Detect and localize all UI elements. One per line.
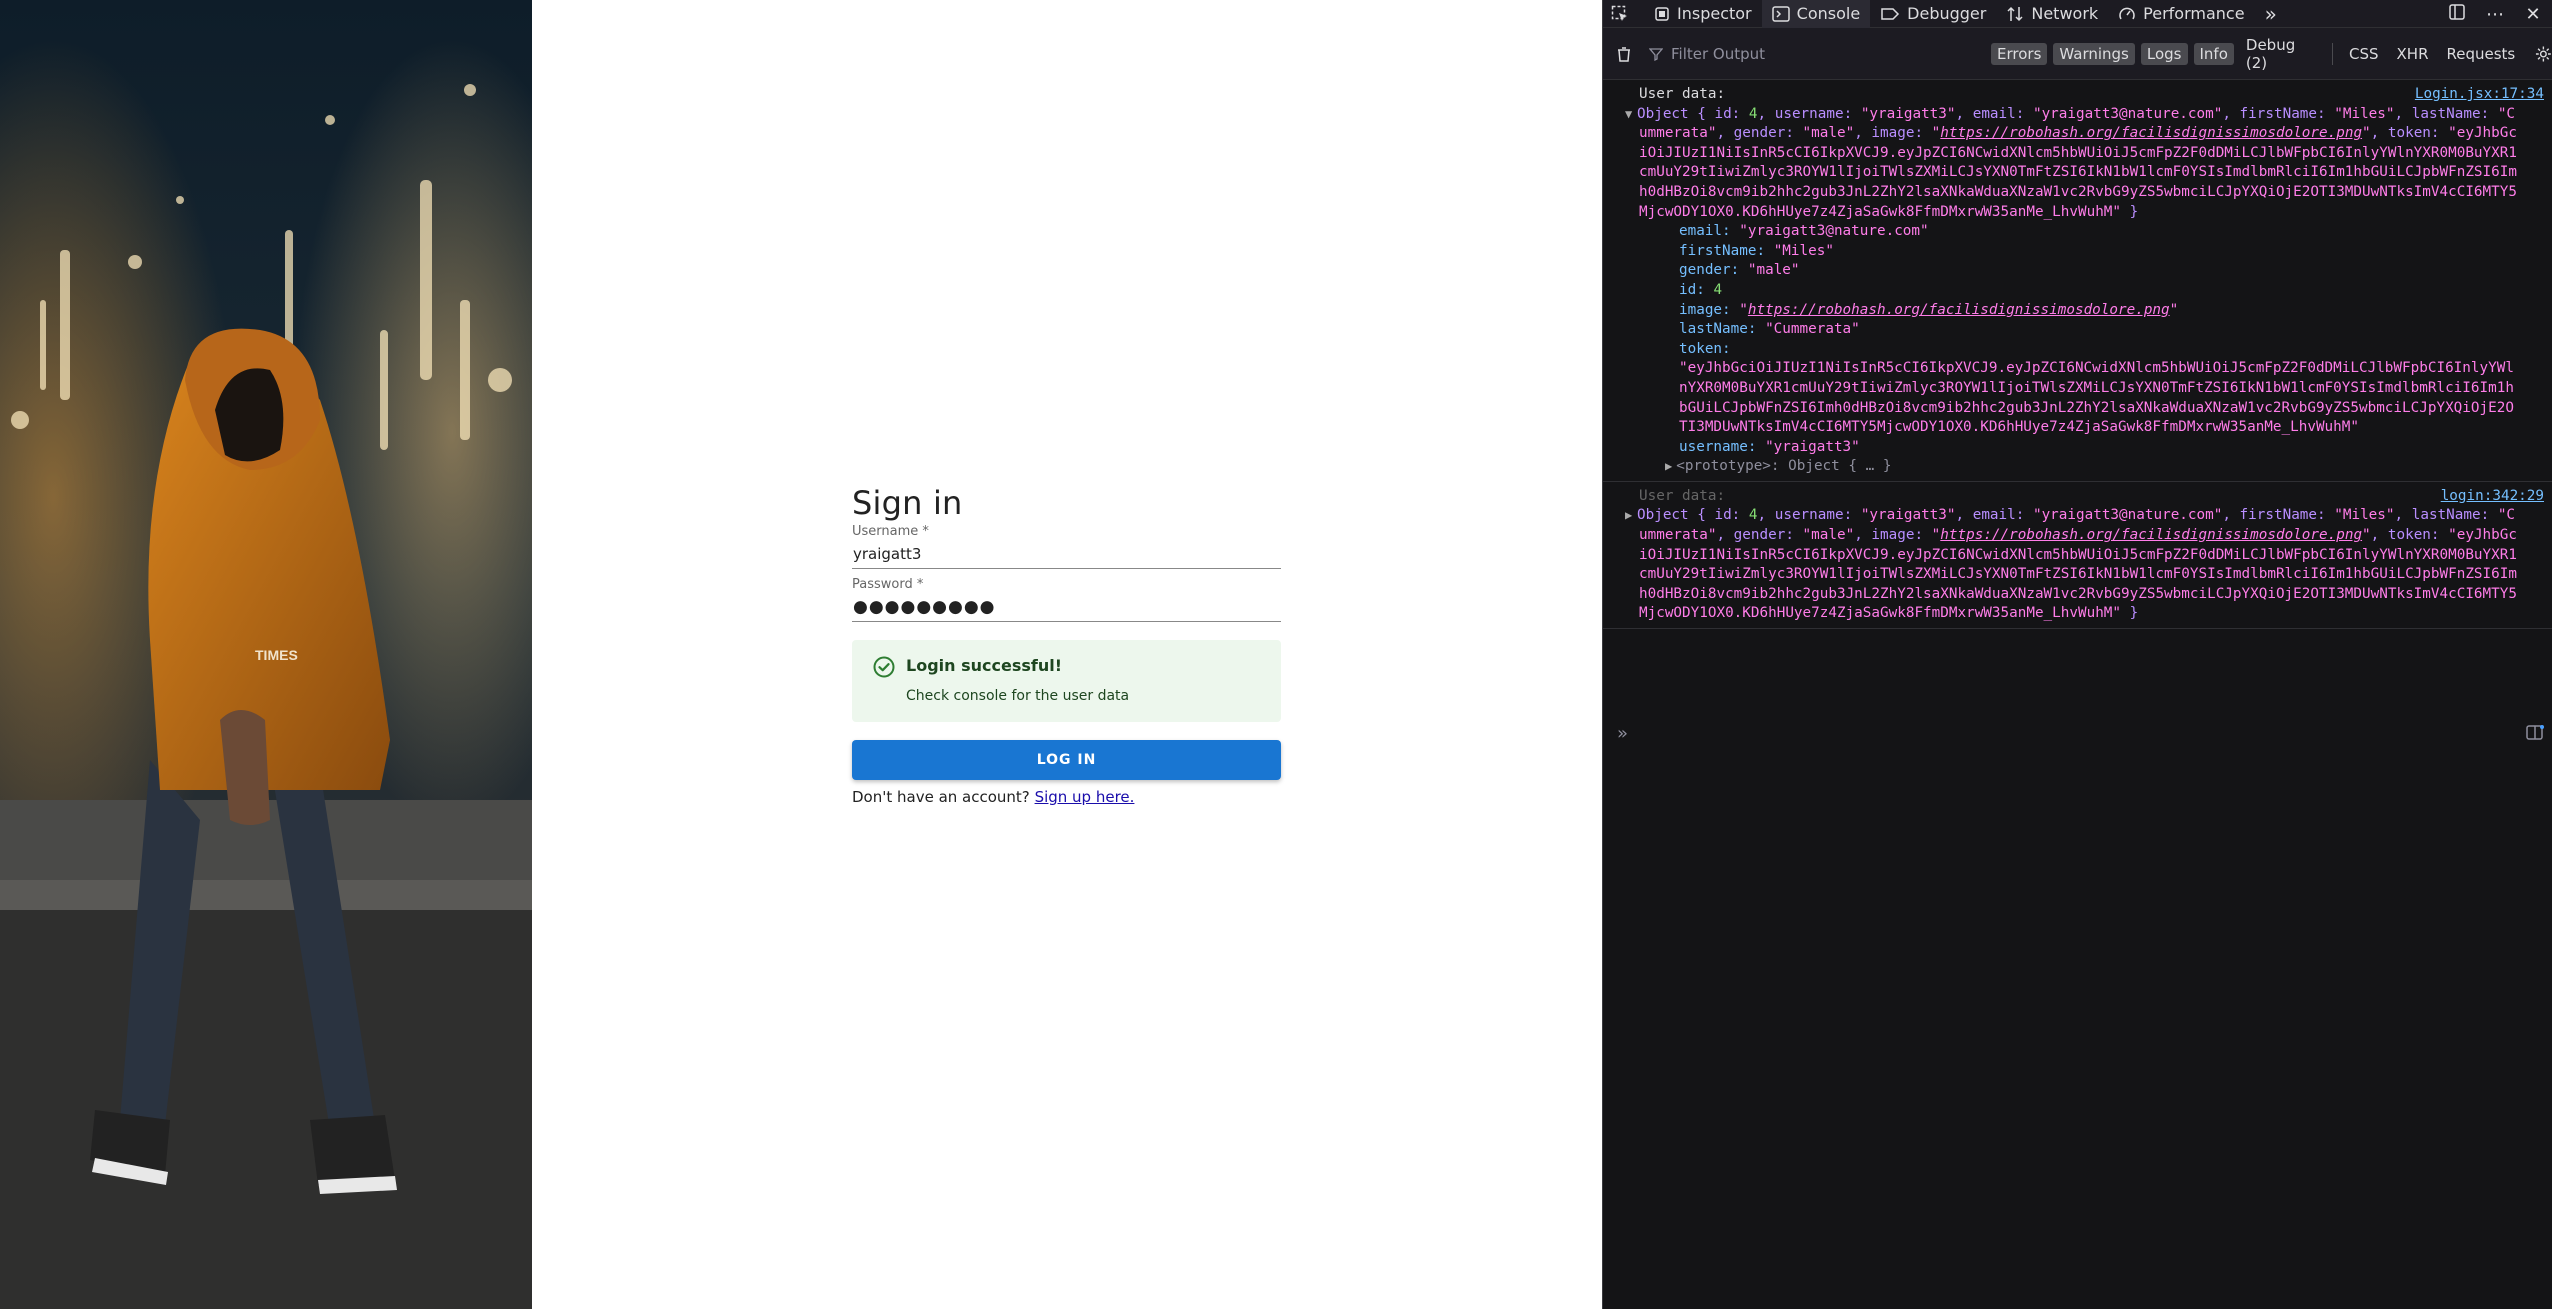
check-circle-icon bbox=[873, 656, 895, 678]
twisty-collapsed-icon[interactable]: ▶ bbox=[1625, 506, 1637, 526]
console-message: Login.jsx:17:34 User data: ▼ Object { id:… bbox=[1603, 80, 2552, 482]
filter-output-input[interactable]: Filter Output bbox=[1649, 45, 1969, 63]
message-source-link[interactable]: login:342:29 bbox=[2441, 487, 2544, 507]
password-label: Password * bbox=[852, 577, 924, 592]
tab-console-label: Console bbox=[1796, 4, 1861, 23]
console-toolbar: Filter Output Errors Warnings Logs Info … bbox=[1603, 28, 2552, 80]
prop-image-link[interactable]: https://robohash.org/facilisdignissimosd… bbox=[1748, 302, 2170, 318]
tab-console[interactable]: Console bbox=[1761, 0, 1871, 28]
more-options-icon[interactable]: ⋯ bbox=[2476, 4, 2514, 25]
performance-icon bbox=[2119, 7, 2135, 19]
hero-image: TIMES bbox=[0, 0, 532, 1309]
twisty-expanded-icon[interactable]: ▼ bbox=[1625, 105, 1637, 125]
message-label: User data: bbox=[1639, 487, 1726, 504]
filter-output-placeholder: Filter Output bbox=[1671, 44, 1766, 63]
console-message: login:342:29 User data: ▶ Object { id: 4,… bbox=[1603, 482, 2552, 630]
prop-token: token: bbox=[1679, 340, 1731, 357]
signup-link[interactable]: Sign up here. bbox=[1035, 788, 1135, 806]
username-input[interactable]: yraigatt3 bbox=[852, 539, 1281, 569]
filter-icon bbox=[1649, 47, 1663, 61]
prop-image: image: "https://robohash.org/facilisdign… bbox=[1679, 301, 2179, 318]
prop-gender: gender: "male" bbox=[1679, 262, 1800, 279]
tab-inspector-label: Inspector bbox=[1677, 4, 1752, 23]
password-field[interactable]: Password * ●●●●●●●●● bbox=[852, 577, 1281, 622]
summary-username: "yraigatt3" bbox=[1860, 105, 1956, 122]
tab-performance-label: Performance bbox=[2143, 4, 2245, 23]
summary-image-link[interactable]: https://robohash.org/facilisdignissimosd… bbox=[1940, 527, 2362, 543]
editor-mode-icon[interactable] bbox=[2526, 725, 2544, 741]
username-label: Username * bbox=[852, 524, 929, 539]
tab-inspector[interactable]: Inspector bbox=[1644, 0, 1762, 28]
success-alert: Login successful! Check console for the … bbox=[852, 640, 1281, 722]
page-title: Sign in bbox=[852, 484, 963, 522]
message-label: User data: bbox=[1639, 86, 1726, 102]
signup-row: Don't have an account? Sign up here. bbox=[852, 788, 1281, 806]
object-summary[interactable]: ▼ Object { id: 4, username: "yraigatt3", … bbox=[1625, 105, 2522, 223]
signup-prompt: Don't have an account? bbox=[852, 788, 1030, 806]
alert-message: Check console for the user data bbox=[906, 688, 1130, 704]
tab-performance[interactable]: Performance bbox=[2108, 0, 2254, 28]
summary-gender: "male" bbox=[1802, 125, 1855, 142]
message-source-link[interactable]: Login.jsx:17:34 bbox=[2415, 85, 2544, 105]
more-tabs-icon[interactable]: » bbox=[2255, 0, 2287, 28]
filter-css[interactable]: CSS bbox=[2343, 43, 2385, 65]
twisty-collapsed-icon[interactable]: ▶ bbox=[1665, 459, 1672, 473]
devtools-window-controls: ⋯ ✕ bbox=[2438, 0, 2552, 28]
svg-text:TIMES: TIMES bbox=[255, 647, 298, 663]
login-pane: Sign in Username * yraigatt3 Password * … bbox=[532, 0, 1602, 1309]
filter-logs[interactable]: Logs bbox=[2140, 42, 2188, 65]
summary-firstname: "Miles" bbox=[2334, 105, 2395, 122]
trash-icon[interactable] bbox=[1615, 45, 1633, 63]
inspector-icon bbox=[1655, 6, 1669, 21]
tab-debugger-label: Debugger bbox=[1907, 4, 1987, 23]
console-output: Login.jsx:17:34 User data: ▼ Object { id:… bbox=[1603, 80, 2552, 630]
prompt-chevron-icon: » bbox=[1617, 722, 1629, 744]
prop-lastname: lastName: "Cummerata" bbox=[1679, 321, 1860, 338]
filter-requests[interactable]: Requests bbox=[2441, 43, 2522, 65]
prop-username: username: "yraigatt3" bbox=[1679, 438, 1860, 455]
login-form: Sign in Username * yraigatt3 Password * … bbox=[852, 484, 1281, 806]
element-picker-icon[interactable] bbox=[1603, 0, 1644, 28]
tab-network-label: Network bbox=[2031, 4, 2099, 23]
console-settings-icon[interactable] bbox=[2535, 45, 2552, 63]
summary-email: "yraigatt3@nature.com" bbox=[2032, 105, 2223, 122]
filter-warnings[interactable]: Warnings bbox=[2053, 42, 2135, 65]
password-input[interactable]: ●●●●●●●●● bbox=[852, 592, 1281, 622]
filter-separator bbox=[2332, 42, 2333, 65]
summary-image-link[interactable]: https://robohash.org/facilisdignissimosd… bbox=[1940, 125, 2362, 141]
username-field[interactable]: Username * yraigatt3 bbox=[852, 524, 1281, 569]
prop-token-value: "eyJhbGciOiJIUzI1NiIsInR5cCI6IkpXVCJ9.ey… bbox=[1679, 360, 2514, 436]
tab-debugger[interactable]: Debugger bbox=[1870, 0, 1996, 28]
prop-firstname: firstName: "Miles" bbox=[1679, 242, 1834, 259]
console-input[interactable]: » bbox=[1603, 718, 2552, 748]
summary-id: 4 bbox=[1748, 105, 1758, 122]
log-level-filters: Errors Warnings Logs Info Debug (2) CSS … bbox=[1991, 36, 2552, 72]
filter-errors[interactable]: Errors bbox=[1991, 42, 2048, 65]
prop-id: id: 4 bbox=[1679, 281, 1723, 298]
tab-network[interactable]: Network bbox=[1996, 0, 2108, 28]
devtools-panel: Inspector Console Debugger Network Perfo… bbox=[1602, 0, 2552, 1309]
debugger-icon bbox=[1881, 7, 1900, 20]
filter-debug[interactable]: Debug (2) bbox=[2240, 36, 2322, 72]
login-button[interactable]: LOG IN bbox=[852, 740, 1281, 780]
object-summary-prefix: Object { bbox=[1637, 105, 1715, 122]
object-summary[interactable]: ▶ Object { id: 4, username: "yraigatt3", … bbox=[1625, 506, 2522, 624]
console-icon bbox=[1771, 5, 1790, 22]
dock-side-icon[interactable] bbox=[2438, 3, 2476, 26]
prop-email: email: "yraigatt3@nature.com" bbox=[1679, 223, 1929, 240]
prop-prototype[interactable]: ▶ <prototype>: Object { … } bbox=[1639, 457, 2522, 477]
filter-xhr[interactable]: XHR bbox=[2391, 43, 2435, 65]
alert-title: Login successful! bbox=[906, 656, 1062, 675]
filter-info[interactable]: Info bbox=[2193, 42, 2234, 65]
close-icon[interactable]: ✕ bbox=[2514, 4, 2552, 25]
devtools-tabbar: Inspector Console Debugger Network Perfo… bbox=[1603, 0, 2552, 28]
network-icon bbox=[2007, 6, 2023, 21]
